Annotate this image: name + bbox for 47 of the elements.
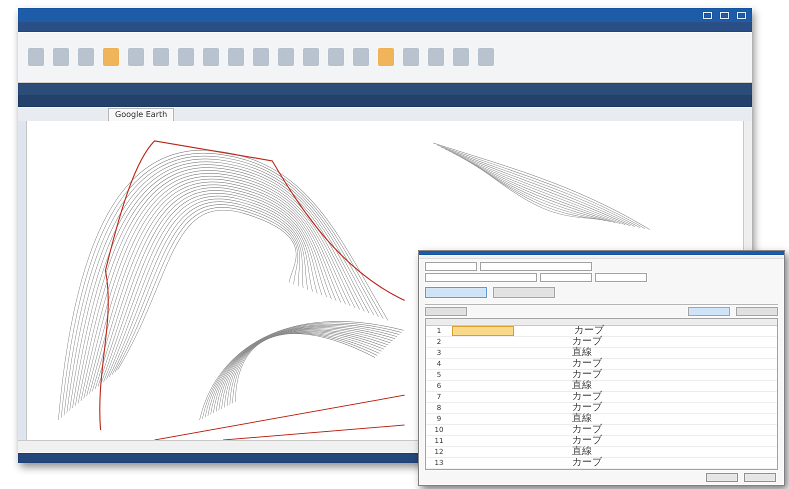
tool-icon[interactable]	[453, 48, 469, 66]
tool-icon[interactable]	[403, 48, 419, 66]
table-cell: カーブ	[572, 336, 602, 347]
table-cell: カーブ	[572, 424, 602, 435]
input-field[interactable]	[480, 262, 592, 271]
input-field[interactable]	[425, 272, 537, 282]
tool-icon[interactable]	[28, 48, 44, 66]
ok-button[interactable]	[706, 472, 738, 482]
tool-icon[interactable]	[78, 48, 94, 66]
tool-icon[interactable]	[278, 48, 294, 66]
cancel-button[interactable]	[744, 472, 776, 482]
table-cell: カーブ	[572, 358, 602, 369]
input-field[interactable]	[540, 272, 592, 282]
tool-icon[interactable]	[353, 48, 369, 66]
mode-button[interactable]	[493, 286, 555, 298]
table-cell: カーブ	[572, 436, 602, 446]
tool-icon[interactable]	[53, 48, 69, 66]
table-cell: カーブ	[572, 392, 602, 402]
tool-icon[interactable]	[203, 48, 219, 66]
input-field[interactable]	[595, 272, 647, 282]
tool-icon[interactable]	[428, 48, 444, 66]
tool-icon[interactable]	[253, 48, 269, 66]
selected-cell[interactable]	[452, 326, 514, 336]
tool-icon[interactable]	[378, 48, 394, 66]
action-button[interactable]	[688, 306, 730, 316]
table-cell: カーブ	[572, 402, 602, 413]
tool-icon[interactable]	[478, 48, 494, 66]
input-field[interactable]	[425, 262, 477, 271]
table-cell: 直線	[572, 414, 592, 424]
tool-icon[interactable]	[328, 48, 344, 66]
mode-button[interactable]	[425, 286, 487, 298]
table-cell: カーブ	[574, 326, 604, 336]
document-tab[interactable]: Google Earth	[108, 108, 174, 121]
table-cell: 直線	[572, 380, 592, 391]
tool-icon[interactable]	[303, 48, 319, 66]
table-cell: カーブ	[572, 458, 602, 468]
action-button[interactable]	[425, 306, 467, 316]
maximize-icon[interactable]	[720, 12, 729, 18]
tool-icon[interactable]	[153, 48, 169, 66]
tool-icon[interactable]	[228, 48, 244, 66]
tool-icon[interactable]	[128, 48, 144, 66]
tool-icon[interactable]	[103, 48, 119, 66]
table-cell: カーブ	[572, 370, 602, 380]
tool-icon[interactable]	[178, 48, 194, 66]
table-cell: 直線	[572, 348, 592, 358]
action-button[interactable]	[736, 306, 778, 316]
table-cell: 直線	[572, 446, 592, 457]
